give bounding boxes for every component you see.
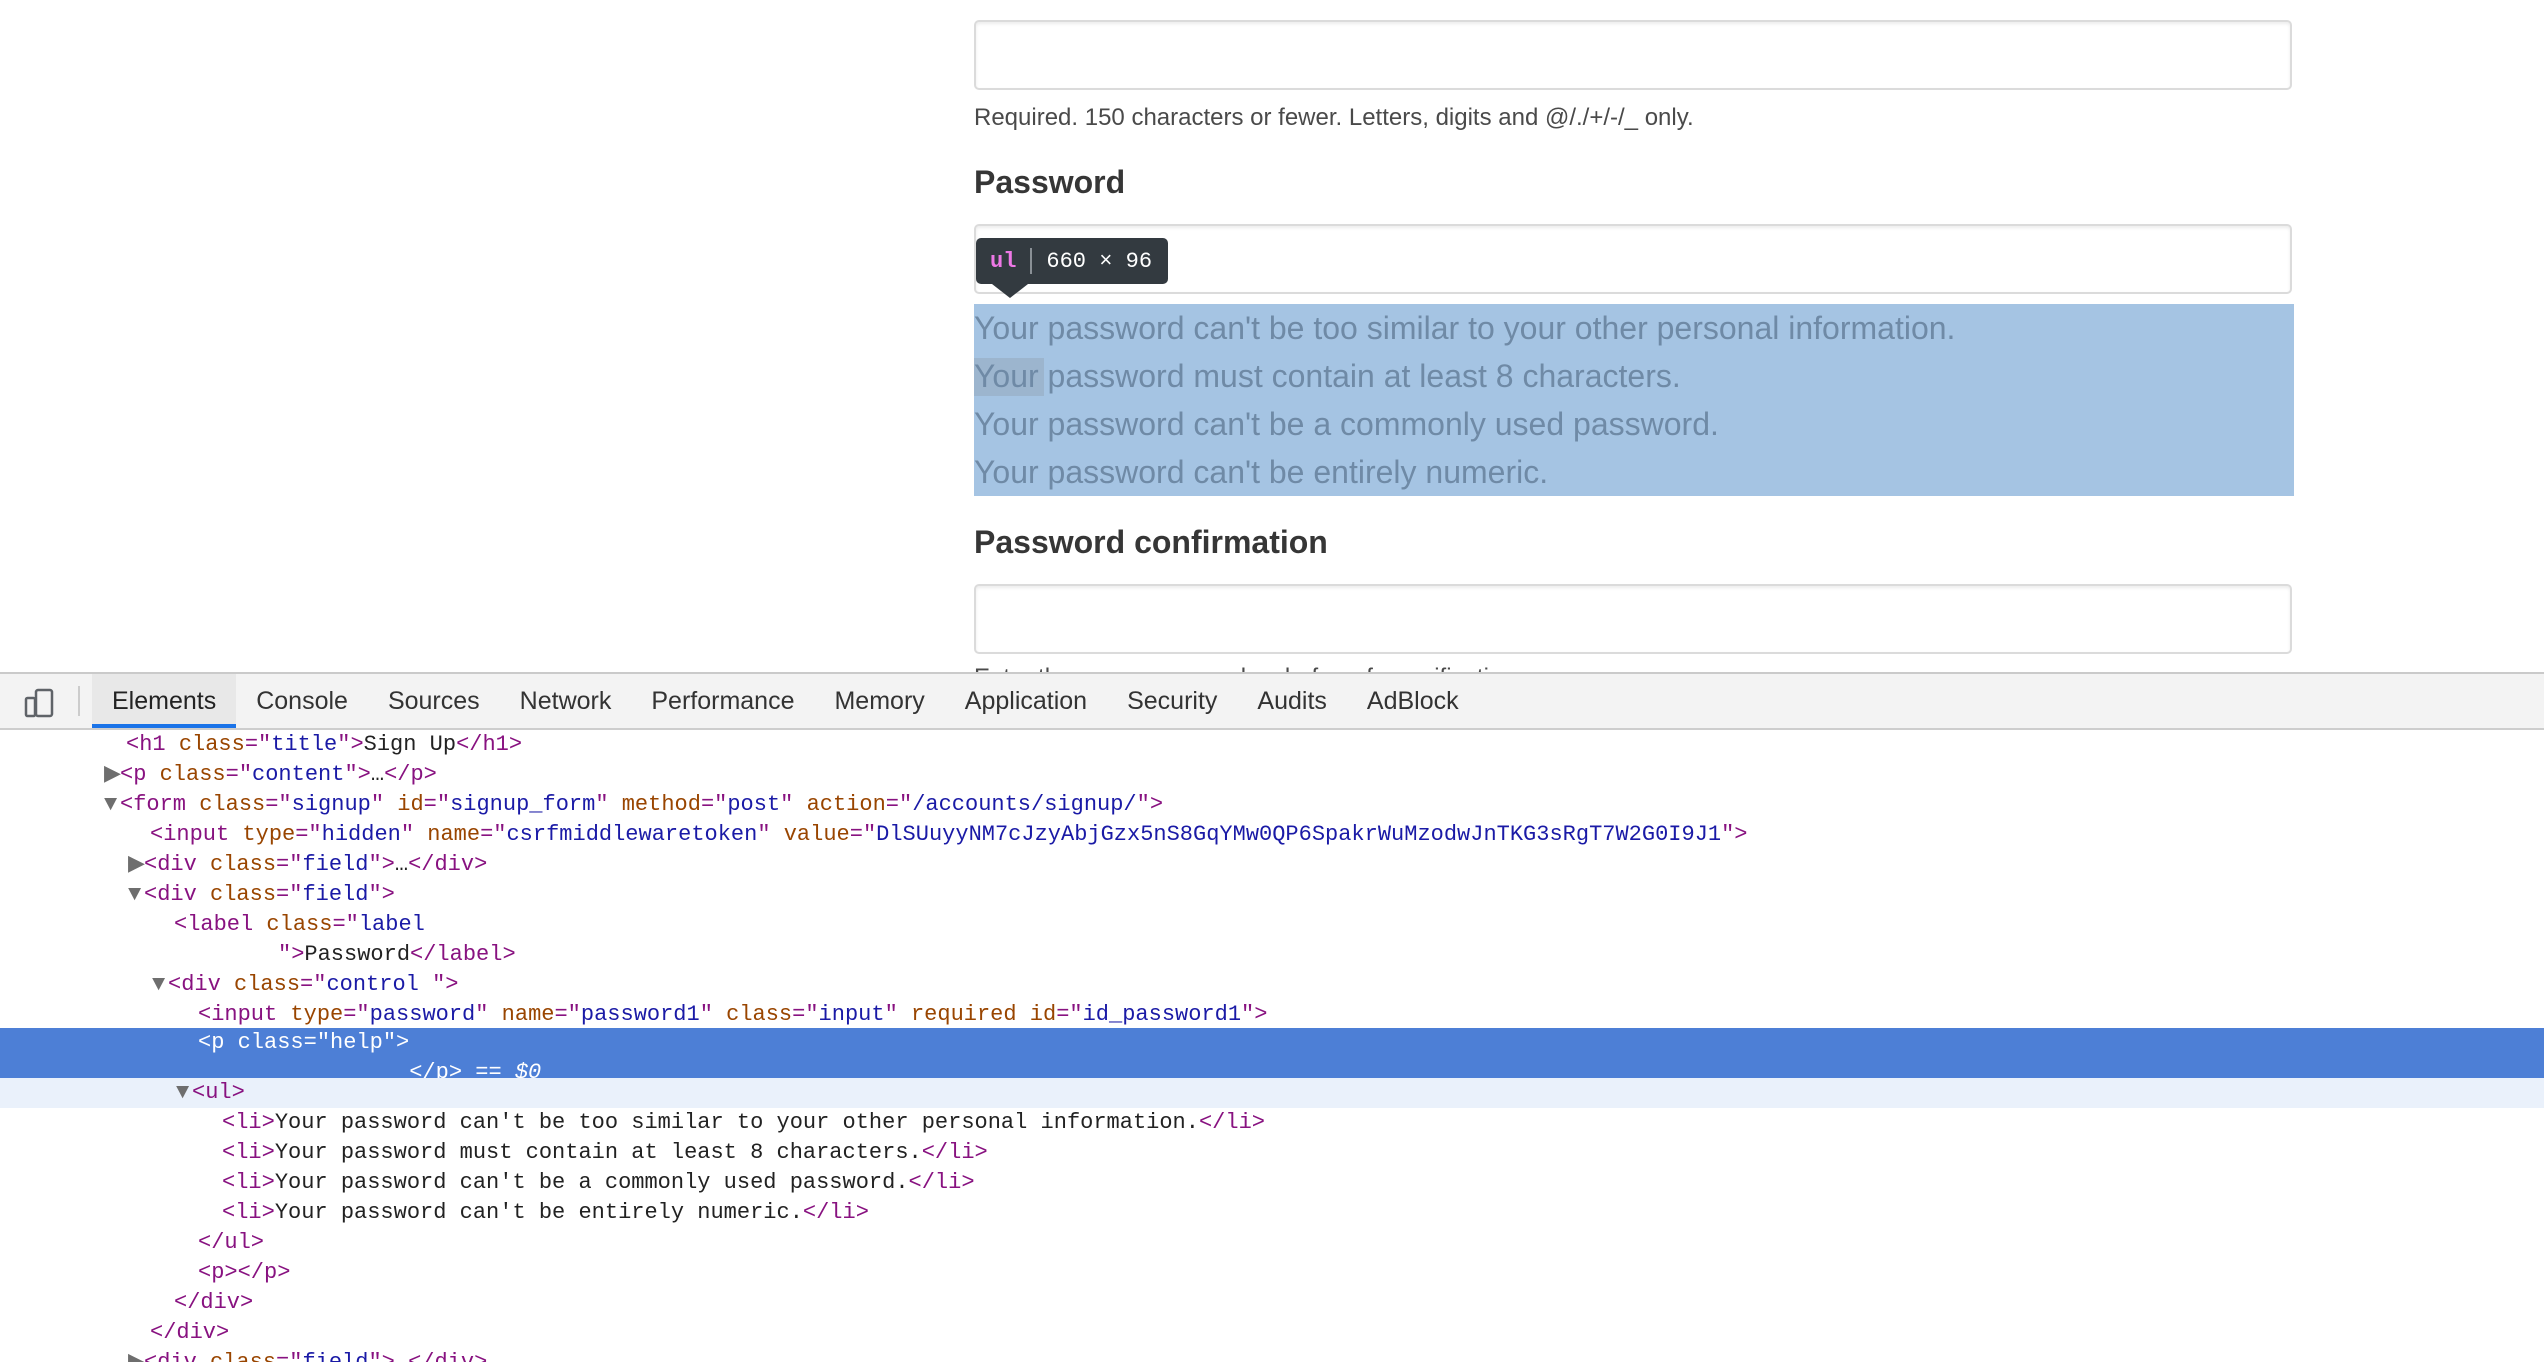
- dom-tree: <h1 class="title">Sign Up</h1> ▶<p class…: [0, 730, 2544, 1362]
- tooltip-arrow: [992, 284, 1028, 298]
- devtools-panel: Elements Console Sources Network Perform…: [0, 672, 2544, 1362]
- toolbar-divider: [78, 686, 80, 716]
- dom-node-h1[interactable]: <h1 class="title">Sign Up</h1>: [0, 730, 2544, 760]
- inspector-tooltip: ul 660 × 96: [976, 238, 1169, 284]
- tab-sources[interactable]: Sources: [368, 674, 500, 728]
- dom-node-p-content[interactable]: ▶<p class="content">…</p>: [0, 760, 2544, 790]
- dom-node-div-close: </div>: [174, 1290, 254, 1315]
- dom-node-label-cont[interactable]: ">Password</label>: [0, 940, 2544, 970]
- tooltip-separator: [1030, 248, 1033, 274]
- username-input[interactable]: [974, 20, 2292, 90]
- tab-network[interactable]: Network: [500, 674, 632, 728]
- tab-performance[interactable]: Performance: [631, 674, 814, 728]
- list-item: Your password can't be too similar to yo…: [974, 310, 1956, 346]
- collapse-triangle-icon[interactable]: ▼: [176, 1078, 192, 1108]
- dom-node-li[interactable]: <li>Your password can't be entirely nume…: [0, 1198, 2544, 1228]
- dom-node-ul[interactable]: ▼ <ul>: [0, 1078, 2544, 1108]
- dom-node-input-hidden[interactable]: <input type="hidden" name="csrfmiddlewar…: [0, 820, 2544, 850]
- dom-node-div-close: </div>: [150, 1320, 230, 1345]
- password-label: Password: [974, 164, 1126, 200]
- password-confirmation-input[interactable]: [974, 584, 2292, 654]
- tab-audits[interactable]: Audits: [1237, 674, 1346, 728]
- list-item: Your password can't be a commonly used p…: [974, 406, 1719, 442]
- dom-node-li[interactable]: <li>Your password can't be a commonly us…: [0, 1168, 2544, 1198]
- password-rules-list: Your password can't be too similar to yo…: [974, 304, 1955, 496]
- dom-node-li[interactable]: <li>Your password can't be too similar t…: [0, 1108, 2544, 1138]
- dom-node-p-empty[interactable]: <p></p>: [0, 1258, 2544, 1288]
- devtools-tabs: Elements Console Sources Network Perform…: [92, 674, 1479, 728]
- dom-node-li[interactable]: <li>Your password must contain at least …: [0, 1138, 2544, 1168]
- tab-adblock[interactable]: AdBlock: [1347, 674, 1479, 728]
- dom-node-form[interactable]: ▼ <form class="signup" id="signup_form" m…: [0, 790, 2544, 820]
- username-help-text: Required. 150 characters or fewer. Lette…: [974, 104, 1694, 131]
- tab-elements[interactable]: Elements: [92, 674, 237, 728]
- confirmation-help-text: Enter the same password as before, for v…: [974, 664, 1522, 672]
- expand-triangle-icon[interactable]: ▶: [128, 850, 145, 880]
- dom-node-p-help-selected[interactable]: <p class="help"> </p> == $0: [0, 1028, 2544, 1085]
- tab-memory[interactable]: Memory: [814, 674, 944, 728]
- dom-node-div-field[interactable]: ▶<div class="field">…</div>: [0, 850, 2544, 880]
- h1-text: Sign Up: [363, 732, 457, 757]
- password-input[interactable]: [974, 224, 2292, 294]
- tooltip-size: 660 × 96: [1046, 248, 1153, 274]
- list-item: Your password must contain at least 8 ch…: [974, 358, 1681, 394]
- dom-node-ul-close: </ul>: [198, 1230, 265, 1255]
- collapse-triangle-icon[interactable]: ▼: [152, 970, 168, 1000]
- webpage-viewport: Required. 150 characters or fewer. Lette…: [0, 0, 2544, 672]
- devtools-toolbar: Elements Console Sources Network Perform…: [0, 674, 2544, 730]
- tab-application[interactable]: Application: [945, 674, 1107, 728]
- collapse-triangle-icon[interactable]: ▼: [104, 790, 120, 820]
- tab-console[interactable]: Console: [236, 674, 368, 728]
- collapse-triangle-icon[interactable]: ▼: [128, 880, 144, 910]
- tab-security[interactable]: Security: [1107, 674, 1237, 728]
- dom-node-div-field-expanded[interactable]: ▼ <div class="field">: [0, 880, 2544, 910]
- list-item: Your password can't be entirely numeric.: [974, 454, 1549, 490]
- tooltip-tag: ul: [990, 248, 1017, 274]
- dom-node-label[interactable]: <label class="label: [0, 910, 2544, 940]
- dom-node-div-control[interactable]: ▼ <div class="control ">: [0, 970, 2544, 1000]
- device-toolbar-icon[interactable]: [24, 688, 56, 723]
- expand-triangle-icon[interactable]: ▶: [104, 760, 121, 790]
- dom-node-input-password[interactable]: <input type="password" name="password1" …: [0, 1000, 2544, 1030]
- password-confirmation-label: Password confirmation: [974, 524, 1328, 560]
